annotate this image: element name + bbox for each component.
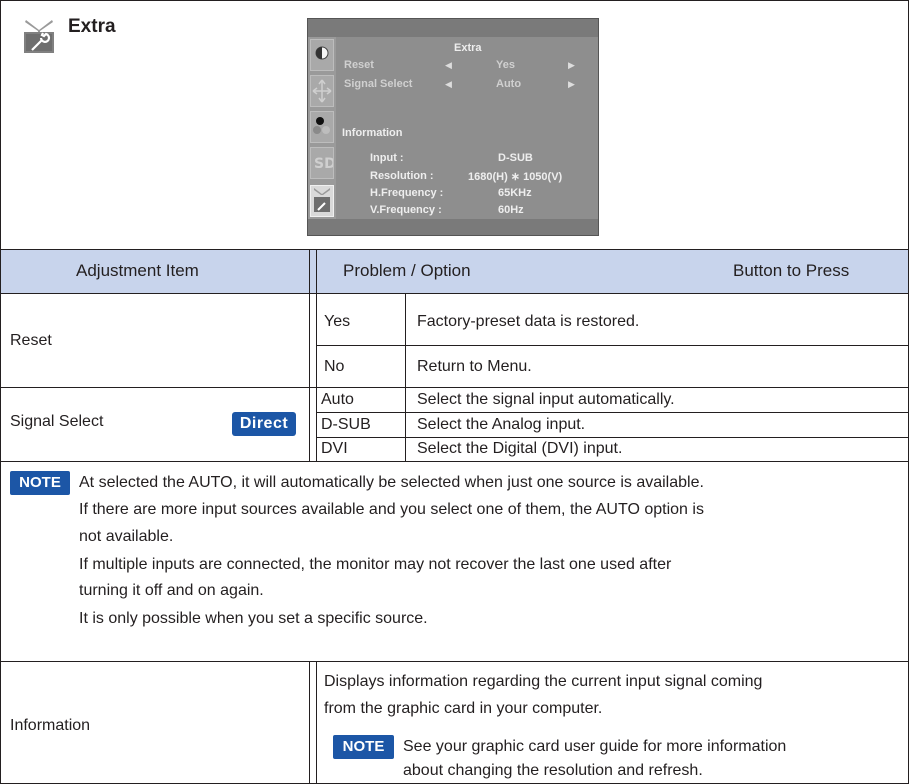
osd-info-value: 1680(H) ∗ 1050(V) xyxy=(468,171,563,183)
svg-text:SD: SD xyxy=(314,156,333,172)
osd-sidebar: SD xyxy=(308,37,336,221)
column-divider xyxy=(405,294,406,461)
osd-info-value: 60Hz xyxy=(498,204,524,216)
direct-badge: Direct xyxy=(232,412,296,436)
osd-row-label: Reset xyxy=(344,59,374,71)
osd-left-arrow-icon: ◀ xyxy=(445,60,452,70)
table-border xyxy=(0,0,909,1)
note-badge: NOTE xyxy=(333,735,394,759)
osd-top-bar xyxy=(308,19,598,37)
note-line: At selected the AUTO, it will automatica… xyxy=(79,474,704,491)
row-divider xyxy=(0,293,909,294)
osd-info-value: D-SUB xyxy=(498,152,533,164)
section-title: Extra xyxy=(68,16,116,37)
note-line: turning it off and on again. xyxy=(79,582,264,599)
osd-main-panel: Extra Reset ◀ Yes ▶ Signal Select ◀ Auto… xyxy=(336,37,598,221)
column-divider xyxy=(316,250,317,461)
option-cell: Yes xyxy=(324,313,351,330)
information-label: Information xyxy=(10,717,91,734)
note-badge: NOTE xyxy=(10,471,70,495)
note-line: If there are more input sources availabl… xyxy=(79,501,704,518)
note-line: It is only possible when you set a speci… xyxy=(79,610,428,627)
osd-bottom-bar xyxy=(308,219,598,235)
row-divider xyxy=(0,387,909,388)
row-divider xyxy=(0,461,909,462)
osd-screenshot: SD Extra Reset ◀ Yes ▶ Signal Select ◀ A… xyxy=(307,18,599,236)
option-cell: DVI xyxy=(321,440,348,457)
osd-right-arrow-icon: ▶ xyxy=(568,79,575,89)
header-adjustment-item: Adjustment Item xyxy=(76,261,199,280)
note-line: not available. xyxy=(79,528,174,545)
information-note-line: See your graphic card user guide for mor… xyxy=(403,738,787,755)
description-cell: Select the Digital (DVI) input. xyxy=(417,440,623,457)
information-description: from the graphic card in your computer. xyxy=(324,700,603,717)
information-note-line: about changing the resolution and refres… xyxy=(403,762,703,779)
wrench-tv-icon xyxy=(24,20,54,53)
color-icon xyxy=(310,111,334,143)
option-cell: No xyxy=(324,358,345,375)
osd-icon: SD xyxy=(310,147,336,179)
osd-info-label: H.Frequency : xyxy=(370,187,444,199)
position-icon xyxy=(310,75,334,107)
osd-row-value: Auto xyxy=(496,78,522,90)
osd-info-heading: Information xyxy=(342,127,403,139)
row-divider xyxy=(0,661,909,662)
column-divider xyxy=(309,250,310,461)
column-divider xyxy=(309,662,310,784)
information-description: Displays information regarding the curre… xyxy=(324,673,763,690)
reset-label: Reset xyxy=(10,332,52,349)
row-divider xyxy=(0,249,909,250)
option-cell: Auto xyxy=(321,391,354,408)
contrast-icon xyxy=(310,39,334,71)
table-border xyxy=(0,0,1,784)
osd-row-label: Signal Select xyxy=(344,78,413,90)
signal-select-label: Signal Select xyxy=(10,413,104,430)
osd-info-label: V.Frequency : xyxy=(370,204,442,216)
osd-row-value: Yes xyxy=(496,59,515,71)
extra-icon xyxy=(310,185,334,217)
description-cell: Select the signal input automatically. xyxy=(417,391,675,408)
osd-left-arrow-icon: ◀ xyxy=(445,79,452,89)
note-line: If multiple inputs are connected, the mo… xyxy=(79,556,672,573)
header-problem-option: Problem / Option xyxy=(343,261,471,280)
option-cell: D-SUB xyxy=(321,416,371,433)
osd-info-value: 65KHz xyxy=(498,187,532,199)
osd-right-arrow-icon: ▶ xyxy=(568,60,575,70)
column-divider xyxy=(316,662,317,784)
header-button-to-press: Button to Press xyxy=(733,261,850,280)
osd-title: Extra xyxy=(454,42,482,54)
osd-info-label: Resolution : xyxy=(370,170,434,182)
description-cell: Factory-preset data is restored. xyxy=(417,313,640,330)
description-cell: Select the Analog input. xyxy=(417,416,586,433)
osd-info-label: Input : xyxy=(370,152,404,164)
description-cell: Return to Menu. xyxy=(417,358,532,375)
